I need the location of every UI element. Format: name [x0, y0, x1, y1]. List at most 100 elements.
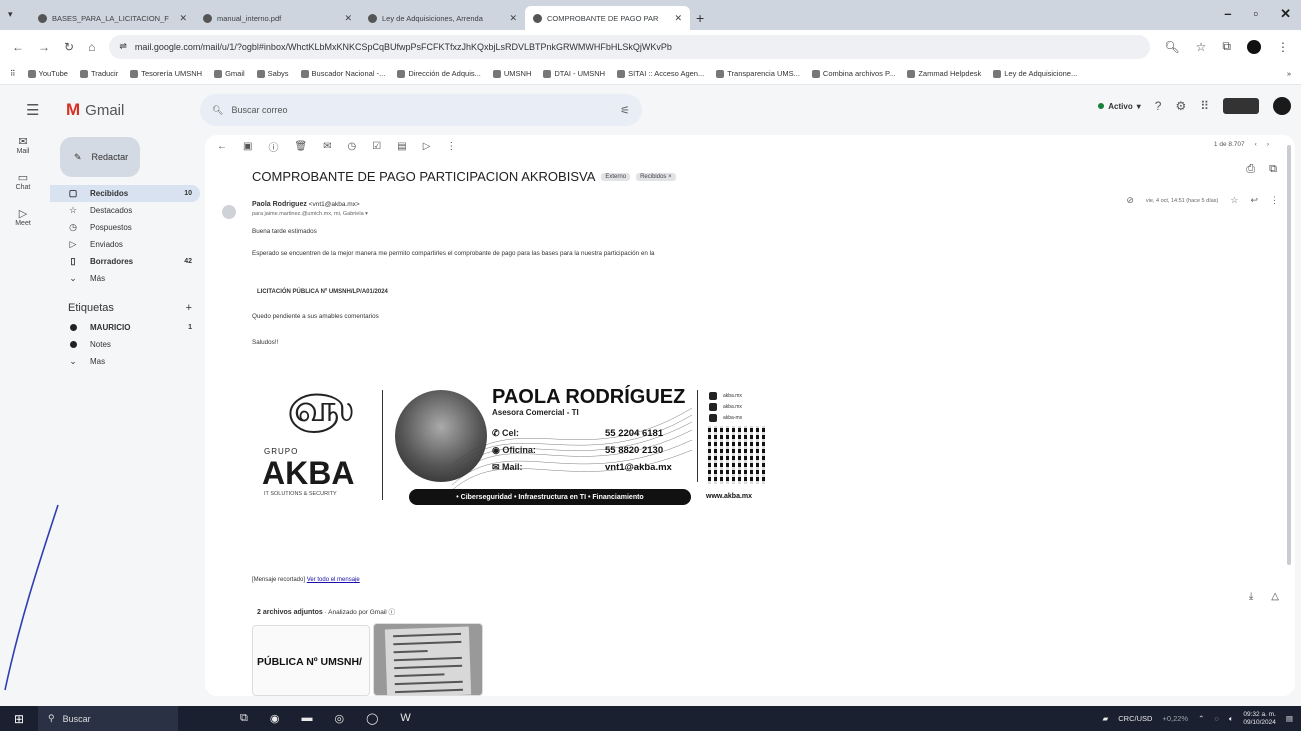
tray-chevron-icon[interactable]: ⌃ — [1198, 714, 1204, 723]
account-avatar[interactable] — [1273, 97, 1291, 115]
label-item[interactable]: Notes — [50, 336, 200, 353]
open-new-window-icon[interactable]: ⧉ — [1269, 163, 1277, 176]
maximize-icon[interactable]: ▫ — [1253, 6, 1258, 22]
report-spam-icon[interactable]: ⓘ — [268, 139, 278, 154]
settings-gear-icon[interactable]: ⚙ — [1175, 99, 1186, 113]
signature-email[interactable]: vnt1@akba.mx — [605, 462, 672, 473]
sidebar-item-recibidos[interactable]: ▢ Recibidos 10 — [50, 185, 200, 202]
notifications-icon[interactable]: ▤ — [1286, 714, 1293, 723]
forward-icon[interactable]: → — [38, 40, 50, 54]
more-options-icon[interactable]: ⋮ — [446, 141, 456, 152]
view-full-message-link[interactable]: Ver todo el mensaje — [307, 577, 360, 583]
clock[interactable]: 09:32 a. m. 09/10/2024 — [1243, 711, 1276, 727]
prev-icon[interactable]: ‹ — [1255, 141, 1257, 148]
attachment-image[interactable] — [373, 623, 483, 696]
menu-dots-icon[interactable]: ⋮ — [1277, 40, 1289, 54]
browser-tab[interactable]: BASES_PARA_LA_LICITACION_F ✕ — [30, 6, 195, 30]
sidebar-item-destacados[interactable]: ☆ Destacados — [50, 202, 200, 219]
bookmark-item[interactable]: UMSNH — [492, 69, 531, 78]
bookmark-item[interactable]: Traducir — [79, 69, 118, 78]
label-item[interactable]: MAURICIO 1 — [50, 319, 200, 336]
site-info-icon[interactable]: ⇌ — [119, 41, 127, 52]
linkedin-link[interactable]: akba-mx — [709, 414, 742, 422]
word-icon[interactable]: W — [400, 712, 410, 725]
sender-avatar[interactable] — [222, 205, 236, 219]
minimize-icon[interactable]: – — [1224, 6, 1231, 22]
search-bar[interactable]: 🔍︎ Buscar correo ⚟ — [200, 94, 642, 126]
signature-website[interactable]: www.akba.mx — [706, 493, 752, 500]
status-selector[interactable]: Activo ▾ — [1098, 102, 1141, 111]
zoom-icon[interactable]: 🔍︎ — [1164, 40, 1179, 54]
windows-start-icon[interactable]: ⊞ — [0, 712, 38, 726]
star-icon[interactable]: ☆ — [1230, 195, 1238, 206]
organization-logo[interactable] — [1223, 98, 1259, 114]
facebook-link[interactable]: akba.mx — [709, 392, 742, 400]
address-bar[interactable]: ⇌ mail.google.com/mail/u/1/?ogbl#inbox/W… — [109, 34, 1151, 59]
archive-icon[interactable]: ▣ — [243, 141, 252, 152]
reply-icon[interactable]: ↩ — [1250, 195, 1258, 206]
recipient-line[interactable]: para jaime.martinez.@umich.mx, mi, Gabri… — [252, 211, 368, 217]
save-to-drive-icon[interactable]: △ — [1271, 591, 1279, 602]
main-menu-icon[interactable]: ☰ — [26, 101, 44, 119]
browser-tab[interactable]: COMPROBANTE DE PAGO PAR ✕ — [525, 6, 690, 30]
delete-icon[interactable]: 🗑︎ — [294, 141, 307, 152]
bookmark-star-icon[interactable]: ☆ — [1196, 40, 1207, 54]
bookmark-item[interactable]: Transparencia UMS... — [716, 69, 800, 78]
browser-tab[interactable]: manual_interno.pdf ✕ — [195, 6, 360, 30]
print-icon[interactable]: ⎙ — [1246, 163, 1255, 176]
explorer-icon[interactable]: ▬ — [301, 712, 312, 725]
sidebar-item-pospuestos[interactable]: ◷ Pospuestos — [50, 219, 200, 236]
bookmark-item[interactable]: Combina archivos P... — [811, 69, 895, 78]
sidebar-item-enviados[interactable]: ▷ Enviados — [50, 236, 200, 253]
label-item[interactable]: ⌄ Mas — [50, 353, 200, 370]
add-label-icon[interactable]: + — [186, 302, 192, 314]
bookmark-item[interactable]: Sabys — [256, 69, 289, 78]
close-tab-icon[interactable]: ✕ — [344, 13, 352, 24]
bookmark-item[interactable]: YouTube — [27, 69, 68, 78]
currency-label[interactable]: CRC/USD — [1118, 714, 1152, 723]
close-tab-icon[interactable]: ✕ — [179, 13, 187, 24]
bookmark-item[interactable]: Ley de Adquisicione... — [993, 69, 1077, 78]
network-icon[interactable]: ◌ — [1214, 714, 1218, 723]
extensions-icon[interactable]: ⧉ — [1222, 39, 1231, 54]
message-more-icon[interactable]: ⋮ — [1270, 195, 1279, 206]
bookmark-item[interactable]: Dirección de Adquis... — [397, 69, 481, 78]
bookmark-item[interactable]: Tesorería UMSNH — [130, 69, 202, 78]
gmail-logo[interactable]: M Gmail — [66, 100, 124, 120]
rail-chat[interactable]: ▭ Chat — [0, 171, 46, 191]
scrollbar[interactable] — [1287, 145, 1291, 565]
reload-icon[interactable]: ↻ — [64, 40, 74, 54]
sidebar-item-más[interactable]: ⌄ Más — [50, 270, 200, 287]
edge-icon[interactable]: ◉ — [270, 712, 280, 725]
rail-mail[interactable]: ✉ Mail — [0, 135, 46, 155]
help-icon[interactable]: ? — [1155, 99, 1162, 113]
bookmark-item[interactable]: DTAI - UMSNH — [543, 69, 605, 78]
search-icon[interactable]: 🔍︎ — [212, 105, 223, 116]
download-all-icon[interactable]: ⤓ — [1249, 591, 1253, 602]
home-icon[interactable]: ⌂ — [88, 40, 95, 54]
new-tab-button[interactable]: + — [696, 10, 704, 26]
opera-icon[interactable]: ◯ — [366, 712, 378, 725]
inbox-chip[interactable]: Recibidos × — [636, 172, 676, 181]
rail-meet[interactable]: ▷ Meet — [0, 207, 46, 227]
bookmark-item[interactable]: Buscador Nacional -... — [300, 69, 385, 78]
profile-avatar[interactable] — [1247, 39, 1261, 54]
close-tab-icon[interactable]: ✕ — [509, 13, 517, 24]
tab-search-icon[interactable]: ▾ — [8, 9, 13, 20]
snooze-icon[interactable]: ◷ — [348, 141, 357, 152]
chrome-icon[interactable]: ◎ — [334, 712, 344, 725]
bookmark-item[interactable]: SITAI :: Acceso Agen... — [617, 69, 704, 78]
volume-icon[interactable]: 🔈︎ — [1229, 714, 1234, 724]
add-task-icon[interactable]: ☑ — [372, 141, 381, 152]
google-apps-icon[interactable]: ⠿ — [1200, 99, 1209, 113]
task-view-icon[interactable]: ⧉ — [240, 712, 248, 725]
browser-tab[interactable]: Ley de Adquisiciones, Arrenda ✕ — [360, 6, 525, 30]
more-bookmarks-icon[interactable]: » — [1287, 69, 1291, 78]
bookmark-item[interactable]: Zammad Helpdesk — [907, 69, 981, 78]
label-icon[interactable]: ▷ — [423, 141, 431, 152]
sender-name[interactable]: Paola Rodriguez — [252, 201, 307, 208]
instagram-link[interactable]: akba.mx — [709, 403, 742, 411]
next-icon[interactable]: › — [1267, 141, 1269, 148]
bookmark-item[interactable]: Gmail — [214, 69, 245, 78]
back-icon[interactable]: ← — [12, 40, 24, 54]
